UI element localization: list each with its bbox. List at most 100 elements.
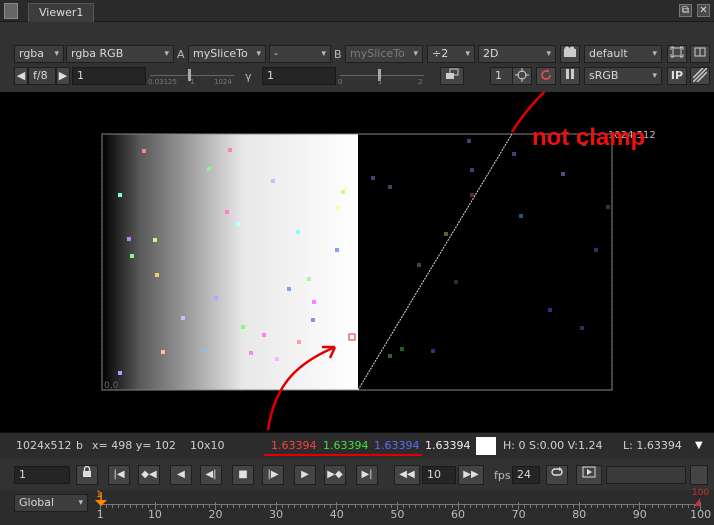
- roi-icon[interactable]: [512, 67, 532, 85]
- noise-pixel: [262, 333, 266, 337]
- timeline-tick: [366, 504, 368, 508]
- play-backward-icon[interactable]: ◀|: [200, 465, 222, 485]
- range-mode-dropdown[interactable]: Global ▾: [14, 494, 88, 512]
- channels-dropdown[interactable]: rgba RGB ▾: [66, 45, 174, 63]
- transport-extra-icon[interactable]: [690, 465, 708, 485]
- timeline-tick: [596, 504, 598, 508]
- tab-viewer1[interactable]: Viewer1: [28, 3, 95, 22]
- noise-pixel: [241, 325, 245, 329]
- input-process-button[interactable]: IP: [667, 67, 687, 85]
- input-b-dropdown[interactable]: mySliceTo ▾: [345, 45, 423, 63]
- noise-pixel: [142, 149, 146, 153]
- gamma-label: γ: [245, 70, 252, 83]
- flipbook-icon[interactable]: [576, 465, 602, 485]
- fit-view-icon[interactable]: [667, 45, 687, 63]
- noise-pixel: [548, 308, 552, 312]
- gain-input[interactable]: 1: [72, 67, 146, 85]
- timeline-tick: [227, 504, 229, 508]
- lock-icon[interactable]: [76, 465, 98, 485]
- float-pane-icon[interactable]: ⧉: [679, 4, 692, 17]
- last-frame-icon[interactable]: ▶|: [356, 465, 378, 485]
- timeline-tick: [312, 504, 314, 508]
- first-frame-icon[interactable]: |◀: [108, 465, 130, 485]
- timeline-tick: [500, 504, 501, 508]
- timeline-tick: [118, 504, 120, 508]
- timeline-tick: [609, 504, 611, 508]
- viewer-canvas[interactable]: 1024,512 0,0 not clamp: [0, 92, 714, 432]
- previous-keyframe-icon[interactable]: ◆◀: [138, 465, 160, 485]
- timeline-tick: [245, 504, 247, 508]
- gamma-input[interactable]: 1: [262, 67, 336, 85]
- striped-checker-icon[interactable]: [690, 67, 710, 85]
- downscale-dropdown[interactable]: ÷2 ▾: [427, 45, 475, 63]
- fps-label: fps: [494, 469, 511, 482]
- tab-bar: Viewer1 ⧉ ✕: [0, 0, 714, 22]
- timeline-tick: [421, 504, 423, 508]
- lut-dropdown[interactable]: default ▾: [584, 45, 662, 63]
- timeline-tick: [384, 504, 386, 508]
- stop-icon[interactable]: ■: [232, 465, 254, 485]
- bbox-flag: b: [76, 439, 83, 452]
- pane-grip-icon[interactable]: [4, 3, 18, 19]
- pixel-alpha-value: 1.63394: [425, 439, 471, 452]
- noise-pixel: [312, 300, 316, 304]
- current-frame-input[interactable]: 1: [14, 466, 70, 484]
- noise-pixel: [388, 185, 392, 189]
- colorspace-dropdown[interactable]: sRGB ▾: [584, 67, 662, 85]
- camera-icon[interactable]: [560, 45, 580, 63]
- timeline-tick: [603, 504, 605, 508]
- play-forward-icon[interactable]: |▶: [262, 465, 284, 485]
- timeline-tick: [348, 504, 350, 508]
- next-keyframe-icon[interactable]: ▶◆: [324, 465, 346, 485]
- timeline-tick: [615, 504, 617, 508]
- frame-increment-input[interactable]: 10: [422, 466, 456, 484]
- fstop-increase-icon[interactable]: ▶: [56, 67, 70, 85]
- fps-input[interactable]: 24: [512, 466, 540, 484]
- noise-pixel: [207, 167, 211, 171]
- refresh-icon[interactable]: [536, 67, 556, 85]
- skip-backward-icon[interactable]: ◀◀: [394, 465, 420, 485]
- noise-pixel: [311, 318, 315, 322]
- gain-slider[interactable]: 0.03125 1 1024: [148, 67, 236, 86]
- fstop-decrease-icon[interactable]: ◀: [14, 67, 28, 85]
- timeline-tick: [196, 504, 198, 508]
- out-point-marker-icon[interactable]: [694, 498, 700, 506]
- noise-pixel: [470, 193, 474, 197]
- fstop-field[interactable]: f/8: [28, 67, 56, 85]
- timeline-tick: [687, 504, 689, 508]
- timeline[interactable]: Global ▾ 1 10 20 30 40 50 60 70 80 90 100 1 100: [0, 488, 714, 525]
- noise-pixel: [417, 263, 421, 267]
- info-menu-arrow-icon[interactable]: ▼: [695, 433, 703, 459]
- step-forward-icon[interactable]: ▶: [294, 465, 316, 485]
- timeline-tick: [318, 504, 320, 508]
- timeline-label: 70: [511, 508, 526, 521]
- noise-pixel: [335, 248, 339, 252]
- timeline-tick: [287, 504, 289, 508]
- timeline-tick: [239, 504, 241, 508]
- playback-range-slider[interactable]: [606, 466, 686, 484]
- proxy-icon[interactable]: [440, 67, 464, 85]
- gain-tick-mid: 1: [190, 78, 195, 86]
- layer-dropdown[interactable]: rgba ▾: [14, 45, 64, 63]
- wipe-icon[interactable]: [690, 45, 710, 63]
- pause-icon[interactable]: [560, 67, 580, 85]
- timeline-tick: [372, 504, 374, 508]
- input-a-dropdown[interactable]: mySliceTo ▾: [188, 45, 266, 63]
- gamma-slider[interactable]: 0 1 2: [338, 67, 426, 86]
- view-mode-dropdown[interactable]: 2D ▾: [478, 45, 556, 63]
- input-a-label: A: [177, 48, 185, 61]
- noise-pixel: [335, 206, 339, 210]
- step-back-icon[interactable]: ◀: [170, 465, 192, 485]
- close-pane-icon[interactable]: ✕: [697, 4, 710, 17]
- timeline-tick: [681, 504, 683, 508]
- timeline-label: 1: [96, 508, 104, 521]
- noise-pixel: [307, 277, 311, 281]
- skip-forward-icon[interactable]: ▶▶: [458, 465, 484, 485]
- noise-pixel: [580, 326, 584, 330]
- loop-icon[interactable]: [546, 465, 568, 485]
- timeline-label: 30: [269, 508, 284, 521]
- composite-dropdown[interactable]: - ▾: [269, 45, 331, 63]
- timeline-tick: [433, 504, 435, 508]
- noise-pixel: [271, 179, 275, 183]
- noise-pixel: [201, 349, 205, 353]
